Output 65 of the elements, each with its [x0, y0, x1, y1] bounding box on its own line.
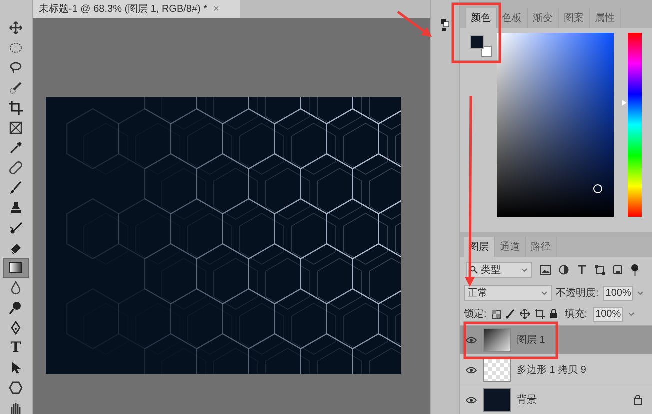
- layer-thumbnail: [483, 328, 511, 352]
- document-tab[interactable]: 未标题-1 @ 68.3% (图层 1, RGB/8#) * ×: [33, 0, 240, 18]
- eyedropper-icon: [9, 141, 23, 155]
- annotation-box: [452, 2, 502, 64]
- ellipse-marquee-icon: [9, 41, 23, 55]
- annotation-arrow: [397, 11, 432, 37]
- chevron-down-icon[interactable]: [636, 290, 644, 296]
- lasso-icon: [9, 61, 23, 75]
- hue-slider-thumb[interactable]: [622, 100, 627, 106]
- lock-icon[interactable]: [550, 309, 558, 319]
- chevron-down-icon[interactable]: [628, 312, 635, 316]
- pen-icon: [9, 321, 23, 335]
- chevron-down-icon: [541, 290, 548, 296]
- lock-transparency-icon[interactable]: [492, 310, 501, 318]
- panel-tab[interactable]: 颜色: [466, 8, 497, 28]
- drop-icon: [9, 281, 23, 295]
- background-color-swatch[interactable]: [481, 46, 492, 57]
- brush-icon: [9, 181, 23, 195]
- document-title: 未标题-1 @ 68.3% (图层 1, RGB/8#) *: [39, 2, 208, 16]
- swatches-icon[interactable]: [440, 18, 450, 32]
- artboard-icon[interactable]: [534, 309, 545, 319]
- move-tool-icon: [9, 21, 23, 35]
- lock-label: 锁定:: [464, 308, 487, 322]
- smart-object-filter-icon[interactable]: [613, 265, 623, 275]
- search-icon: [470, 266, 478, 274]
- dodge-icon: [9, 301, 23, 315]
- layer-name: 图层 1: [517, 334, 546, 348]
- color-picker-field[interactable]: [497, 33, 614, 217]
- layer-name: 多边形 1 拷贝 9: [517, 364, 588, 378]
- move-icon[interactable]: [520, 309, 530, 319]
- hexagon-icon: [9, 381, 23, 395]
- foreground-color-swatch[interactable]: [470, 35, 484, 49]
- hue-slider[interactable]: [622, 33, 642, 217]
- tool-button[interactable]: [3, 258, 29, 278]
- toggle-dot-icon[interactable]: [631, 264, 639, 276]
- crop-icon: [9, 101, 23, 115]
- stamp-icon: [9, 201, 23, 215]
- eye-icon[interactable]: [466, 366, 477, 374]
- tool-button[interactable]: T: [3, 338, 29, 358]
- layer-name: 背景: [517, 394, 538, 408]
- layer-thumbnail: [483, 388, 511, 412]
- type-filter-icon[interactable]: [577, 265, 587, 275]
- eraser-icon: [9, 241, 23, 255]
- opacity-label: 不透明度:: [556, 286, 599, 300]
- history-brush-icon: [9, 221, 23, 235]
- blend-mode-dropdown[interactable]: 正常: [464, 285, 552, 301]
- layer-row[interactable]: 图层 1: [460, 326, 652, 354]
- gradient-icon: [9, 261, 23, 275]
- adjustment-filter-icon[interactable]: [559, 265, 569, 275]
- pointer-icon: [9, 361, 23, 375]
- frame-icon: [9, 121, 23, 135]
- chevron-down-icon: [521, 268, 528, 272]
- eye-icon[interactable]: [466, 336, 477, 344]
- quick-selection-icon: [9, 81, 23, 95]
- image-filter-icon[interactable]: [540, 265, 551, 275]
- layer-thumbnail: [483, 358, 511, 382]
- filter-dropdown[interactable]: 类型: [466, 262, 532, 278]
- brush-icon[interactable]: [506, 309, 515, 319]
- opacity-field[interactable]: 100%: [602, 286, 633, 300]
- shape-filter-icon[interactable]: [595, 265, 605, 275]
- fill-field[interactable]: 100%: [592, 306, 623, 322]
- fill-label: 填充:: [564, 308, 588, 322]
- picker-cursor-icon[interactable]: [593, 184, 603, 194]
- eye-icon[interactable]: [466, 396, 477, 404]
- bandage-icon: [9, 161, 23, 175]
